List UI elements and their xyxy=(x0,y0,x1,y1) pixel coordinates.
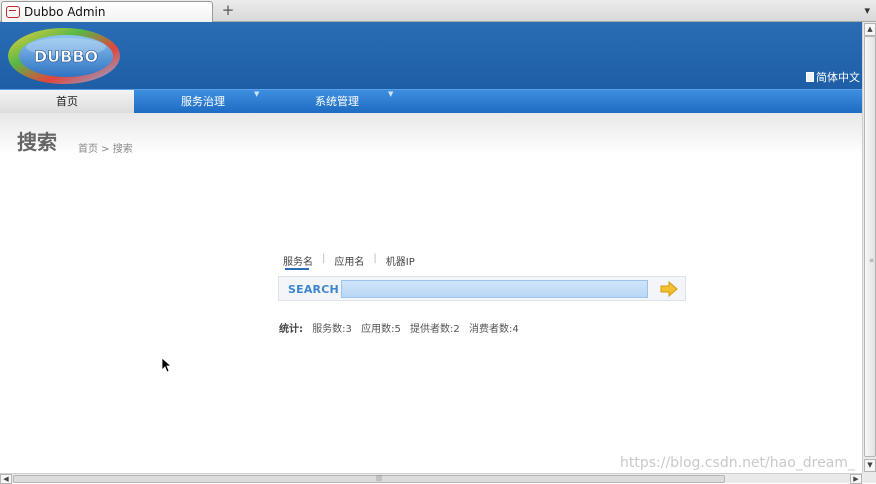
page-title-bar: 搜索 首页 > 搜索 xyxy=(0,113,862,155)
watermark: https://blog.csdn.net/hao_dream_ xyxy=(620,455,855,471)
horizontal-scrollbar[interactable]: ◀ ||| ▶ xyxy=(0,473,862,484)
site-header: DUBBO 简体中文 xyxy=(0,22,862,89)
vertical-scroll-thumb[interactable]: ≡ xyxy=(864,36,876,457)
scrollbar-corner xyxy=(862,473,876,483)
tab-list-chevron-icon[interactable]: ▾ xyxy=(864,2,870,20)
dubbo-favicon-icon xyxy=(6,6,20,18)
statistics: 统计: 服务数:3 应用数:5 提供者数:2 消费者数:4 xyxy=(279,320,525,335)
browser-tab-title: Dubbo Admin xyxy=(24,5,106,19)
browser-tab-strip: Dubbo Admin + ▾ xyxy=(0,0,876,22)
breadcrumb: 首页 > 搜索 xyxy=(78,144,133,155)
nav-system-management[interactable]: 系统管理 xyxy=(315,90,359,114)
language-label: 简体中文 xyxy=(816,71,860,84)
tab-machine-ip[interactable]: 机器IP xyxy=(386,253,415,268)
stat-consumers: 消费者数:4 xyxy=(468,324,519,335)
search-input[interactable] xyxy=(341,280,648,298)
logo-text: DUBBO xyxy=(34,47,98,66)
service-governance-caret-icon[interactable]: ▼ xyxy=(254,90,259,98)
document-icon xyxy=(806,72,814,82)
stat-applications: 应用数:5 xyxy=(361,324,401,335)
tab-service-name[interactable]: 服务名 xyxy=(283,253,313,270)
stat-providers: 提供者数:2 xyxy=(410,324,460,335)
horizontal-scroll-thumb[interactable]: ||| xyxy=(13,475,725,483)
nav-home[interactable]: 首页 xyxy=(0,90,134,114)
stats-label: 统计: xyxy=(279,324,303,335)
vertical-scrollbar[interactable]: ▲ ≡ ▼ xyxy=(862,22,876,473)
dubbo-logo[interactable]: DUBBO xyxy=(6,25,124,85)
tab-separator: | xyxy=(322,253,326,264)
search-label: SEARCH xyxy=(288,283,339,296)
tab-application-name[interactable]: 应用名 xyxy=(334,253,364,268)
tab-separator: | xyxy=(373,253,377,264)
browser-tab[interactable]: Dubbo Admin xyxy=(1,1,213,22)
scroll-grip-icon: ≡ xyxy=(869,257,875,264)
system-management-caret-icon[interactable]: ▼ xyxy=(388,90,393,98)
search-box: SEARCH xyxy=(278,276,686,301)
search-type-tabs: 服务名 | 应用名 | 机器IP xyxy=(283,253,415,270)
scroll-up-arrow-icon[interactable]: ▲ xyxy=(864,23,876,36)
search-arrow-icon[interactable] xyxy=(659,281,679,297)
stat-services: 服务数:3 xyxy=(312,324,352,335)
language-switch[interactable]: 简体中文 xyxy=(806,69,860,85)
scroll-down-arrow-icon[interactable]: ▼ xyxy=(864,459,876,472)
page-title: 搜索 xyxy=(17,130,57,154)
scroll-grip-icon: ||| xyxy=(376,475,383,482)
mouse-pointer-icon xyxy=(161,357,171,373)
new-tab-button[interactable]: + xyxy=(219,2,237,20)
main-nav: 首页 服务治理 ▼ 系统管理 ▼ xyxy=(0,89,862,114)
nav-service-governance[interactable]: 服务治理 xyxy=(181,90,225,114)
